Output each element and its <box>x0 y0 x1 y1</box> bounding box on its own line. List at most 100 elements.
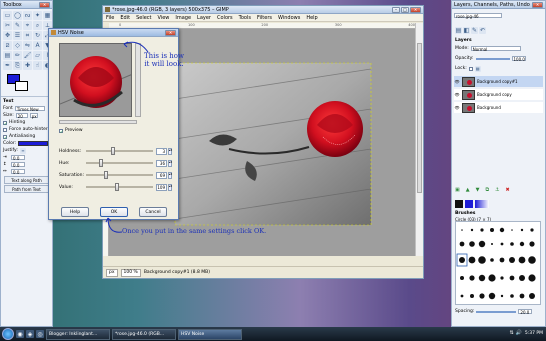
bg-swatch[interactable] <box>465 200 473 208</box>
menu-select[interactable]: Select <box>136 15 151 21</box>
toolbox-close-button[interactable]: ✕ <box>39 1 50 8</box>
zoom-select[interactable]: 100 % <box>120 268 141 277</box>
zoom-icon[interactable]: ⌕ <box>33 21 42 30</box>
layers-tab-icon[interactable]: ▤ <box>455 27 462 34</box>
hue-slider[interactable] <box>86 159 153 167</box>
paths-icon[interactable]: ✎ <box>13 21 22 30</box>
blend-icon[interactable]: ▤ <box>3 51 12 60</box>
paintbrush-icon[interactable]: 🖌 <box>23 51 32 60</box>
channels-tab-icon[interactable]: ◧ <box>463 27 470 34</box>
raise-layer-icon[interactable]: ▲ <box>466 187 470 193</box>
path-from-text-button[interactable]: Path from Text <box>4 185 49 193</box>
background-color[interactable] <box>15 81 28 91</box>
quicklaunch-icon-2[interactable]: ◈ <box>26 330 34 338</box>
toolbox-titlebar[interactable]: Toolbox ✕ <box>1 1 52 9</box>
clone-icon[interactable]: ⎘ <box>13 61 22 70</box>
delete-layer-icon[interactable]: ✖ <box>506 187 510 193</box>
antialias-checkbox[interactable] <box>3 134 7 139</box>
size-unit-select[interactable]: px <box>29 113 38 119</box>
network-icon[interactable]: ⇅ <box>510 330 514 336</box>
text-icon[interactable]: A <box>33 41 42 50</box>
eraser-icon[interactable]: ▱ <box>33 51 42 60</box>
lower-layer-icon[interactable]: ▼ <box>476 187 480 193</box>
hsv-close-button[interactable]: ✕ <box>165 29 176 36</box>
holdness-input[interactable]: 3 <box>156 147 167 155</box>
duplicate-layer-icon[interactable]: ⧉ <box>485 187 489 193</box>
gradient-swatch[interactable] <box>475 200 489 208</box>
menu-help[interactable]: Help <box>306 15 317 21</box>
vertical-scrollbar[interactable] <box>415 23 423 256</box>
flip-icon[interactable]: ⇋ <box>23 41 32 50</box>
maximize-button[interactable]: □ <box>401 6 409 13</box>
holdness-knob[interactable] <box>111 147 116 155</box>
perspective-icon[interactable]: ◇ <box>13 41 22 50</box>
ink-icon[interactable]: ✒ <box>3 61 12 70</box>
clock[interactable]: 5:37 PM <box>525 331 543 336</box>
menu-image[interactable]: Image <box>175 15 191 21</box>
text-color-swatch[interactable] <box>18 141 49 146</box>
saturation-slider[interactable] <box>86 171 153 179</box>
line-spacing-field[interactable]: 0.0 <box>11 162 25 168</box>
paths-tab-icon[interactable]: ✎ <box>471 27 478 34</box>
visibility-eye-icon[interactable]: 👁 <box>454 92 460 97</box>
help-button[interactable]: Help <box>61 207 89 217</box>
holdness-slider[interactable] <box>86 147 153 155</box>
layer-item[interactable]: 👁 Background copy#1 <box>454 76 543 87</box>
layer-item[interactable]: 👁 Background copy <box>454 89 543 100</box>
move-icon[interactable]: ✥ <box>3 31 12 40</box>
opacity-slider[interactable] <box>475 57 510 60</box>
taskbar-item-gimp[interactable]: *rose.jpg-46.0 (RGB... <box>112 328 176 340</box>
layer-item[interactable]: 👁 Background <box>454 102 543 113</box>
hinting-checkbox[interactable] <box>3 120 7 125</box>
visibility-eye-icon[interactable]: 👁 <box>454 105 460 110</box>
rotate-icon[interactable]: ↻ <box>33 31 42 40</box>
value-knob[interactable] <box>114 183 119 191</box>
scissors-icon[interactable]: ✂ <box>3 21 12 30</box>
menu-tools[interactable]: Tools <box>239 15 251 21</box>
holdness-spinner[interactable]: ▴▾ <box>168 147 172 155</box>
indent-field[interactable]: 0.0 <box>11 155 25 161</box>
taskbar-item-blogger[interactable]: Blogger: Inklinglant... <box>46 328 110 340</box>
lock-alpha-icon[interactable]: ▦ <box>474 65 481 72</box>
new-layer-icon[interactable]: ▣ <box>455 187 460 193</box>
fg-swatch[interactable] <box>455 200 463 208</box>
preview-hscroll[interactable] <box>59 120 137 124</box>
crop-icon[interactable]: ⌗ <box>23 31 32 40</box>
image-select[interactable]: rose.jpg-46 <box>454 13 502 19</box>
quicklaunch-icon-3[interactable]: ◎ <box>36 330 44 338</box>
spacing-input[interactable]: 20.0 <box>518 309 533 315</box>
anchor-layer-icon[interactable]: ⚓ <box>495 187 499 193</box>
volume-icon[interactable]: 🔊 <box>516 330 522 336</box>
shear-icon[interactable]: ⧄ <box>3 41 12 50</box>
heal-icon[interactable]: ✚ <box>23 61 32 70</box>
align-icon[interactable]: ☰ <box>13 31 22 40</box>
mode-select[interactable]: Normal <box>470 46 521 52</box>
autohinter-checkbox[interactable] <box>3 127 7 132</box>
unit-select[interactable]: px <box>106 268 118 277</box>
menu-edit[interactable]: Edit <box>120 15 130 21</box>
gimp-titlebar[interactable]: *rose.jpg-46.0 (RGB, 3 layers) 500x375 –… <box>103 6 423 14</box>
minimize-button[interactable]: – <box>392 6 400 13</box>
undo-tab-icon[interactable]: ↶ <box>479 27 486 34</box>
layers-close-button[interactable]: ✕ <box>532 1 543 8</box>
taskbar-item-hsv[interactable]: HSV Noise <box>178 328 242 340</box>
saturation-input[interactable]: 69 <box>156 171 167 179</box>
value-slider[interactable] <box>86 183 153 191</box>
visibility-eye-icon[interactable]: 👁 <box>454 79 460 84</box>
ellipse-select-icon[interactable]: ◯ <box>13 11 22 20</box>
free-select-icon[interactable]: ᔓ <box>23 11 32 20</box>
size-field[interactable]: 20 <box>15 113 28 119</box>
menu-file[interactable]: File <box>106 15 114 21</box>
close-button[interactable]: ✕ <box>410 6 421 13</box>
text-along-path-button[interactable]: Text along Path <box>4 176 49 184</box>
layers-titlebar[interactable]: Layers, Channels, Paths, Undo - Br... ✕ <box>452 1 545 9</box>
menu-layer[interactable]: Layer <box>197 15 211 21</box>
hue-input[interactable]: 36 <box>156 159 167 167</box>
rect-select-icon[interactable]: ▭ <box>3 11 12 20</box>
color-picker-icon[interactable]: ⌖ <box>23 21 32 30</box>
brushes-grid[interactable] <box>455 221 541 305</box>
saturation-spinner[interactable]: ▴▾ <box>168 171 172 179</box>
letter-spacing-field[interactable]: 0.0 <box>11 169 25 175</box>
hsv-titlebar[interactable]: HSV Noise ✕ <box>49 29 178 37</box>
hue-knob[interactable] <box>99 159 104 167</box>
